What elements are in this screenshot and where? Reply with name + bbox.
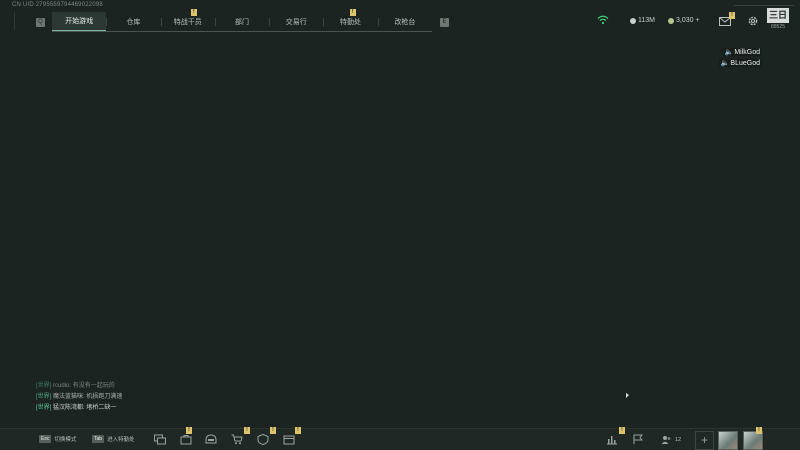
chat-line: [世界] 魔法蓝猫咪: 机损跑刀满速 xyxy=(36,394,123,400)
mouse-cursor xyxy=(626,393,629,398)
tab-label: 改枪台 xyxy=(394,18,416,26)
chat-user: 猛汉陈湾都 xyxy=(53,405,84,411)
mail-badge: ! xyxy=(729,12,735,19)
rank-label: 三日 xyxy=(767,8,789,23)
silver-coin-icon xyxy=(630,17,636,24)
voice-user: 🔈 MilkGod xyxy=(722,48,762,56)
tab-label: 特勤处 xyxy=(340,18,362,26)
main-nav: 开始游戏 仓库 特战干员! 部门 交易行 特勤处! 改枪台 xyxy=(52,9,432,32)
enter-special-ops-button[interactable]: Tab 进入特勤处 xyxy=(92,435,135,443)
stats-icon[interactable] xyxy=(606,434,618,445)
tab-warehouse[interactable]: 仓库 xyxy=(106,12,160,31)
key-hint: Tab xyxy=(92,435,105,443)
silver-currency[interactable]: 113M xyxy=(630,17,655,24)
alert-badge: ! xyxy=(186,427,192,434)
voice-user-name: BLueGod xyxy=(730,59,760,67)
switch-mode-button[interactable]: Esc 切换模式 xyxy=(39,435,76,443)
tab-label: 仓库 xyxy=(126,18,141,26)
tab-special-ops[interactable]: 特勤处! xyxy=(323,9,377,31)
rank-emblem[interactable]: 三日 88525 xyxy=(765,8,791,32)
tab-market[interactable]: 交易行 xyxy=(269,12,323,31)
chat-channel: [世界] xyxy=(36,405,52,411)
wifi-icon xyxy=(597,15,609,25)
player-uid: CN UID 2795559794469022098 xyxy=(12,2,103,8)
side-logo xyxy=(14,12,24,30)
add-currency-icon[interactable]: + xyxy=(696,17,700,24)
rank-number: 88525 xyxy=(771,24,785,30)
top-divider xyxy=(734,5,794,6)
voice-user: 🔈 BLueGod xyxy=(718,59,762,67)
bottom-bar: Esc 切换模式 Tab 进入特勤处 ! ! ! ! ! 12 + ! xyxy=(0,427,800,450)
tab-operators[interactable]: 特战干员! xyxy=(160,9,215,31)
gold-coin-icon xyxy=(668,17,674,24)
switch-mode-label: 切换模式 xyxy=(54,437,77,443)
add-teammate-button[interactable]: + xyxy=(695,431,714,450)
tab-department[interactable]: 部门 xyxy=(214,12,269,31)
tab-gunsmith[interactable]: 改枪台 xyxy=(377,12,432,31)
alert-badge: ! xyxy=(244,427,250,434)
tab-label: 部门 xyxy=(234,18,249,26)
chat-user: 魔法蓝猫咪 xyxy=(53,394,84,400)
gear-icon[interactable] xyxy=(747,15,759,27)
speaker-icon: 🔈 xyxy=(724,49,734,56)
chat-line: [世界] 猛汉陈湾都: 堵桥二缺一 xyxy=(36,405,117,411)
nav-prev-key[interactable]: Q xyxy=(36,18,45,27)
chat-text: 有没有一起玩的 xyxy=(72,383,115,389)
cart-icon[interactable] xyxy=(231,434,243,445)
chat-user: rcudio xyxy=(53,383,70,389)
helmet-icon[interactable] xyxy=(205,434,217,445)
voice-user-name: MilkGod xyxy=(734,48,760,56)
chat-text: 堵桥二缺一 xyxy=(86,405,117,411)
alert-badge: ! xyxy=(270,427,276,434)
alert-badge: ! xyxy=(756,427,762,434)
flag-icon[interactable] xyxy=(632,434,644,445)
tab-start-game[interactable]: 开始游戏 xyxy=(52,12,107,31)
friends-button[interactable]: 12 xyxy=(661,435,681,444)
chat-line: [世界] rcudio: 有没有一起玩的 xyxy=(36,383,115,389)
chat-icon[interactable] xyxy=(154,434,166,445)
chat-log: [世界] rcudio: 有没有一起玩的 [世界] 魔法蓝猫咪: 机损跑刀满速 … xyxy=(36,381,122,414)
chat-channel: [世界] xyxy=(36,394,52,400)
alert-badge: ! xyxy=(619,427,625,434)
silver-amount: 113M xyxy=(638,17,655,24)
gold-currency[interactable]: 3,030 + xyxy=(668,17,700,24)
avatar[interactable] xyxy=(718,431,738,450)
alert-badge: ! xyxy=(349,9,356,16)
tab-label: 开始游戏 xyxy=(65,18,94,25)
alert-badge: ! xyxy=(190,9,197,16)
nav-next-key[interactable]: E xyxy=(440,18,449,27)
chat-text: 机损跑刀满速 xyxy=(86,394,123,400)
tab-label: 交易行 xyxy=(285,18,307,26)
key-hint: Esc xyxy=(39,435,52,443)
tab-label: 特战干员 xyxy=(173,18,202,26)
enter-special-ops-label: 进入特勤处 xyxy=(107,437,135,443)
speaker-icon: 🔈 xyxy=(720,60,730,67)
calendar-icon[interactable] xyxy=(283,434,295,445)
chat-channel: [世界] xyxy=(36,383,52,389)
shield-icon[interactable] xyxy=(257,434,269,445)
friends-count: 12 xyxy=(675,436,682,443)
gold-amount: 3,030 xyxy=(676,17,694,24)
alert-badge: ! xyxy=(295,427,301,434)
shop-bag-icon[interactable] xyxy=(180,434,192,445)
friends-icon xyxy=(661,436,671,444)
